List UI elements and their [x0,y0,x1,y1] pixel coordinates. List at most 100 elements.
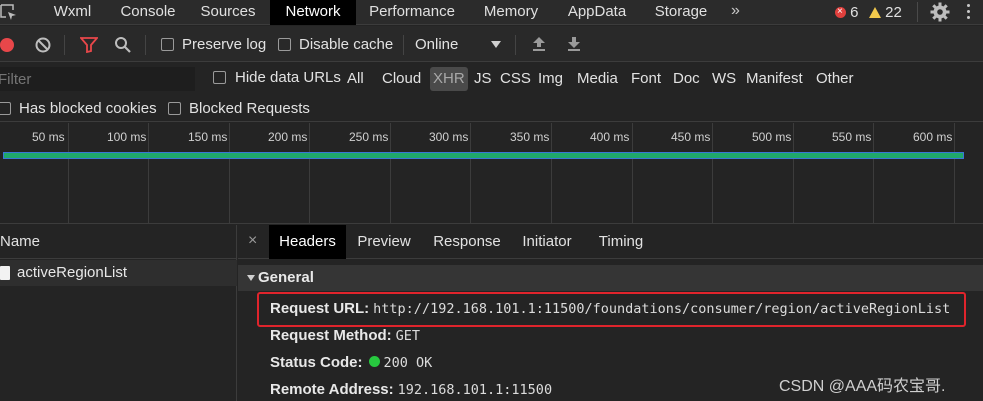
error-icon [835,3,846,21]
tab-network[interactable]: Network [270,0,356,25]
filter-input[interactable] [0,67,195,91]
record-button[interactable] [0,38,14,52]
filter-icon[interactable] [80,37,98,53]
disable-cache-checkbox[interactable] [278,38,291,51]
warnings-count: 22 [885,4,902,21]
divider [917,2,918,22]
disable-cache-label: Disable cache [299,36,394,53]
warnings-badge[interactable]: 22 [869,4,902,22]
blocked-filter-bar: Has blocked cookies Blocked Requests [0,95,983,122]
request-url-label: Request URL: [270,300,370,317]
inspect-element-icon[interactable] [0,4,18,22]
file-icon [0,266,10,280]
divider [403,35,404,55]
name-column-header[interactable]: Name [0,225,237,259]
timeline-gridline [148,123,149,224]
request-list: Name activeRegionList [0,225,237,401]
type-filter-css[interactable]: CSS [498,67,533,91]
general-section-title: General [258,269,314,286]
timeline-gridline [632,123,633,224]
errors-count: 6 [850,4,859,21]
timeline-gridline [470,123,471,224]
chevron-down-icon [491,41,501,48]
status-code-value[interactable]: 200 OK [384,355,433,371]
tab-appdata[interactable]: AppData [560,0,634,25]
type-filter-ws[interactable]: WS [710,67,738,91]
watermark: CSDN @AAA码农宝哥. [779,378,946,395]
timeline-gridline [551,123,552,224]
tab-headers[interactable]: Headers [269,225,346,259]
tab-console[interactable]: Console [110,0,186,25]
more-tabs-button[interactable]: » [731,0,740,25]
timeline-gridline [954,123,955,224]
type-filter-font[interactable]: Font [629,67,663,91]
type-filter-doc[interactable]: Doc [671,67,702,91]
type-filter-media[interactable]: Media [575,67,620,91]
export-har-icon[interactable] [567,36,581,52]
type-filter-all[interactable]: All [345,67,366,91]
close-icon[interactable]: × [248,232,257,250]
tab-storage[interactable]: Storage [647,0,715,25]
import-har-icon[interactable] [532,36,546,52]
status-ok-icon [368,356,380,367]
gear-icon[interactable] [930,2,950,22]
throttling-select[interactable]: Online [415,36,458,53]
tab-performance[interactable]: Performance [362,0,462,25]
network-overview-timeline[interactable]: 50 ms 100 ms 150 ms 200 ms 250 ms 300 ms… [0,123,983,224]
search-icon[interactable] [114,36,132,54]
hide-data-urls-label: Hide data URLs [235,69,341,86]
timeline-gridline [309,123,310,224]
status-code-row: Status Code: 200 OK [270,354,432,371]
remote-address-row: Remote Address: 192.168.101.1:11500 [270,381,552,398]
type-filter-other[interactable]: Other [814,67,856,91]
network-toolbar: Preserve log Disable cache Online [0,26,983,62]
tab-preview[interactable]: Preview [350,225,418,259]
timeline-gridline [68,123,69,224]
timeline-tick-label: 350 ms [510,130,550,144]
timeline-tick-label: 400 ms [590,130,630,144]
waterfall-bar [3,152,964,159]
request-method-label: Request Method: [270,327,392,344]
tab-sources[interactable]: Sources [191,0,265,25]
remote-address-label: Remote Address: [270,381,394,398]
timeline-gridline [229,123,230,224]
tab-memory[interactable]: Memory [474,0,548,25]
type-filter-manifest[interactable]: Manifest [744,67,805,91]
timeline-tick-label: 100 ms [107,130,147,144]
caret-down-icon [247,275,255,281]
request-method-value[interactable]: GET [396,328,420,344]
hide-data-urls-checkbox[interactable] [213,71,226,84]
timeline-tick-label: 250 ms [349,130,389,144]
general-section-header[interactable]: General [238,265,983,291]
timeline-tick-label: 500 ms [752,130,792,144]
timeline-gridline [873,123,874,224]
type-filter-img[interactable]: Img [536,67,565,91]
clear-icon[interactable] [35,37,51,53]
divider [64,35,65,55]
blocked-requests-checkbox[interactable] [168,102,181,115]
tab-initiator[interactable]: Initiator [514,225,580,259]
warning-icon [869,7,881,18]
timeline-tick-label: 450 ms [671,130,711,144]
request-url-value[interactable]: http://192.168.101.1:11500/foundations/c… [373,301,950,317]
tab-response[interactable]: Response [424,225,510,259]
timeline-gridline [390,123,391,224]
remote-address-value[interactable]: 192.168.101.1:11500 [398,382,552,398]
request-name: activeRegionList [17,264,128,281]
timeline-tick-label: 300 ms [429,130,469,144]
tab-timing[interactable]: Timing [592,225,650,259]
type-filter-xhr[interactable]: XHR [430,67,468,91]
timeline-tick-label: 200 ms [268,130,308,144]
has-blocked-cookies-checkbox[interactable] [0,102,11,115]
detail-tab-bar: × Headers Preview Response Initiator Tim… [238,225,983,259]
request-row[interactable]: activeRegionList [0,260,237,286]
preserve-log-checkbox[interactable] [161,38,174,51]
timeline-gridline [712,123,713,224]
tab-wxml[interactable]: Wxml [35,0,110,25]
type-filter-js[interactable]: JS [472,67,494,91]
devtools-tab-bar: Wxml Console Sources Network Performance… [0,0,983,25]
filter-bar: Hide data URLs All Cloud XHR JS CSS Img … [0,63,983,95]
errors-badge[interactable]: 6 [835,3,859,22]
more-options-icon[interactable] [967,2,973,22]
type-filter-cloud[interactable]: Cloud [380,67,423,91]
